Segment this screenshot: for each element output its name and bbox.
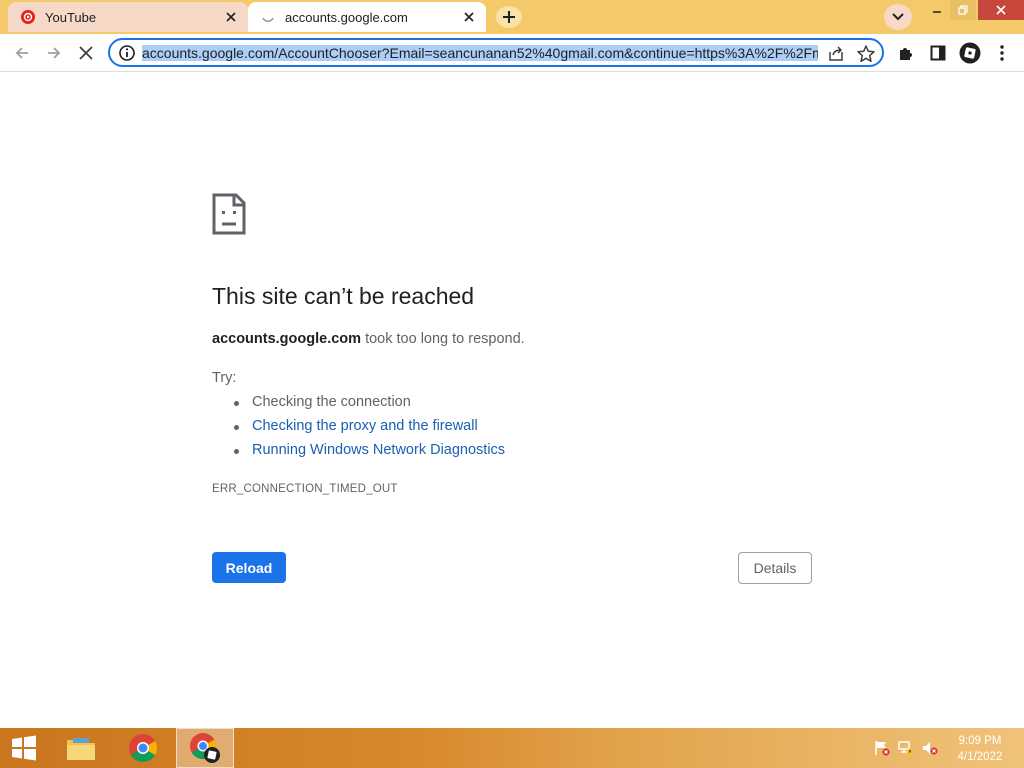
sad-page-icon — [212, 193, 246, 235]
restore-icon — [958, 5, 968, 15]
minimize-icon — [933, 11, 941, 13]
try-label: Try: — [212, 370, 237, 386]
arrow-left-icon — [15, 47, 28, 59]
close-tab-icon[interactable] — [461, 9, 477, 25]
forward-button[interactable] — [42, 41, 66, 65]
start-button[interactable] — [0, 728, 48, 768]
arrow-right-icon — [48, 47, 61, 59]
profile-button[interactable] — [958, 41, 982, 65]
chrome-profile-icon — [190, 733, 220, 763]
address-bar[interactable]: accounts.google.com/AccountChooser?Email… — [108, 38, 884, 67]
info-icon[interactable] — [118, 44, 136, 62]
back-button[interactable] — [10, 41, 34, 65]
tab-accounts-google[interactable]: accounts.google.com — [248, 2, 486, 32]
windows-logo-icon — [12, 735, 36, 761]
plus-icon — [503, 11, 515, 23]
clock-date: 4/1/2022 — [957, 751, 1003, 763]
browser-toolbar: accounts.google.com/AccountChooser?Email… — [0, 34, 1024, 72]
taskbar-file-explorer[interactable] — [58, 728, 104, 768]
restore-button[interactable] — [950, 0, 976, 20]
profile-avatar-icon — [959, 42, 981, 64]
url-selection: accounts.google.com/AccountChooser?Email… — [142, 45, 818, 61]
suggestion-list: Checking the connection Checking the pro… — [212, 393, 505, 465]
new-tab-button[interactable] — [496, 6, 522, 28]
folder-icon — [67, 738, 95, 760]
error-host: accounts.google.com — [212, 331, 362, 347]
minimize-button[interactable] — [924, 0, 950, 20]
taskbar-chrome[interactable] — [120, 728, 166, 768]
system-clock[interactable]: 9:09 PM 4/1/2022 — [944, 733, 1016, 765]
chrome-icon — [129, 734, 157, 762]
side-panel-button[interactable] — [926, 41, 950, 65]
network-icon[interactable] — [898, 740, 914, 756]
volume-muted-icon[interactable] — [922, 740, 938, 756]
share-icon[interactable] — [826, 44, 846, 64]
url-text[interactable]: accounts.google.com/AccountChooser?Email… — [142, 44, 818, 63]
more-vert-icon — [1000, 45, 1004, 61]
taskbar-chrome-profile[interactable] — [176, 728, 234, 768]
error-message-suffix: took too long to respond. — [361, 331, 525, 347]
suggestion-network-diagnostics-link[interactable]: Running Windows Network Diagnostics — [212, 441, 505, 465]
bookmark-star-icon[interactable] — [856, 44, 876, 64]
tab-search-button[interactable] — [884, 4, 912, 30]
error-title: This site can’t be reached — [212, 283, 475, 309]
clock-time: 9:09 PM — [958, 735, 1002, 747]
action-center-flag-icon[interactable] — [874, 740, 890, 756]
menu-button[interactable] — [990, 41, 1014, 65]
loading-spinner-icon — [262, 17, 274, 22]
close-tab-icon[interactable] — [223, 9, 239, 25]
extensions-button[interactable] — [894, 41, 918, 65]
close-icon — [996, 5, 1006, 15]
tab-youtube[interactable]: YouTube — [8, 2, 248, 32]
taskbar — [0, 728, 1024, 768]
suggestion-check-connection: Checking the connection — [212, 393, 505, 417]
error-code: ERR_CONNECTION_TIMED_OUT — [212, 483, 398, 495]
reload-button[interactable]: Reload — [212, 552, 286, 583]
close-window-button[interactable] — [978, 0, 1024, 20]
tab-label: YouTube — [45, 9, 97, 25]
suggestion-proxy-firewall-link[interactable]: Checking the proxy and the firewall — [212, 417, 505, 441]
tab-strip: YouTube accounts.google.com — [0, 0, 1024, 34]
tab-label: accounts.google.com — [285, 9, 408, 25]
chevron-down-icon — [892, 13, 904, 21]
stop-button[interactable] — [74, 41, 98, 65]
details-button[interactable]: Details — [738, 552, 812, 584]
close-icon — [79, 46, 93, 60]
puzzle-icon — [900, 48, 912, 60]
error-message: accounts.google.com took too long to res… — [212, 331, 525, 347]
side-panel-icon — [930, 45, 946, 61]
youtube-icon — [21, 10, 35, 24]
